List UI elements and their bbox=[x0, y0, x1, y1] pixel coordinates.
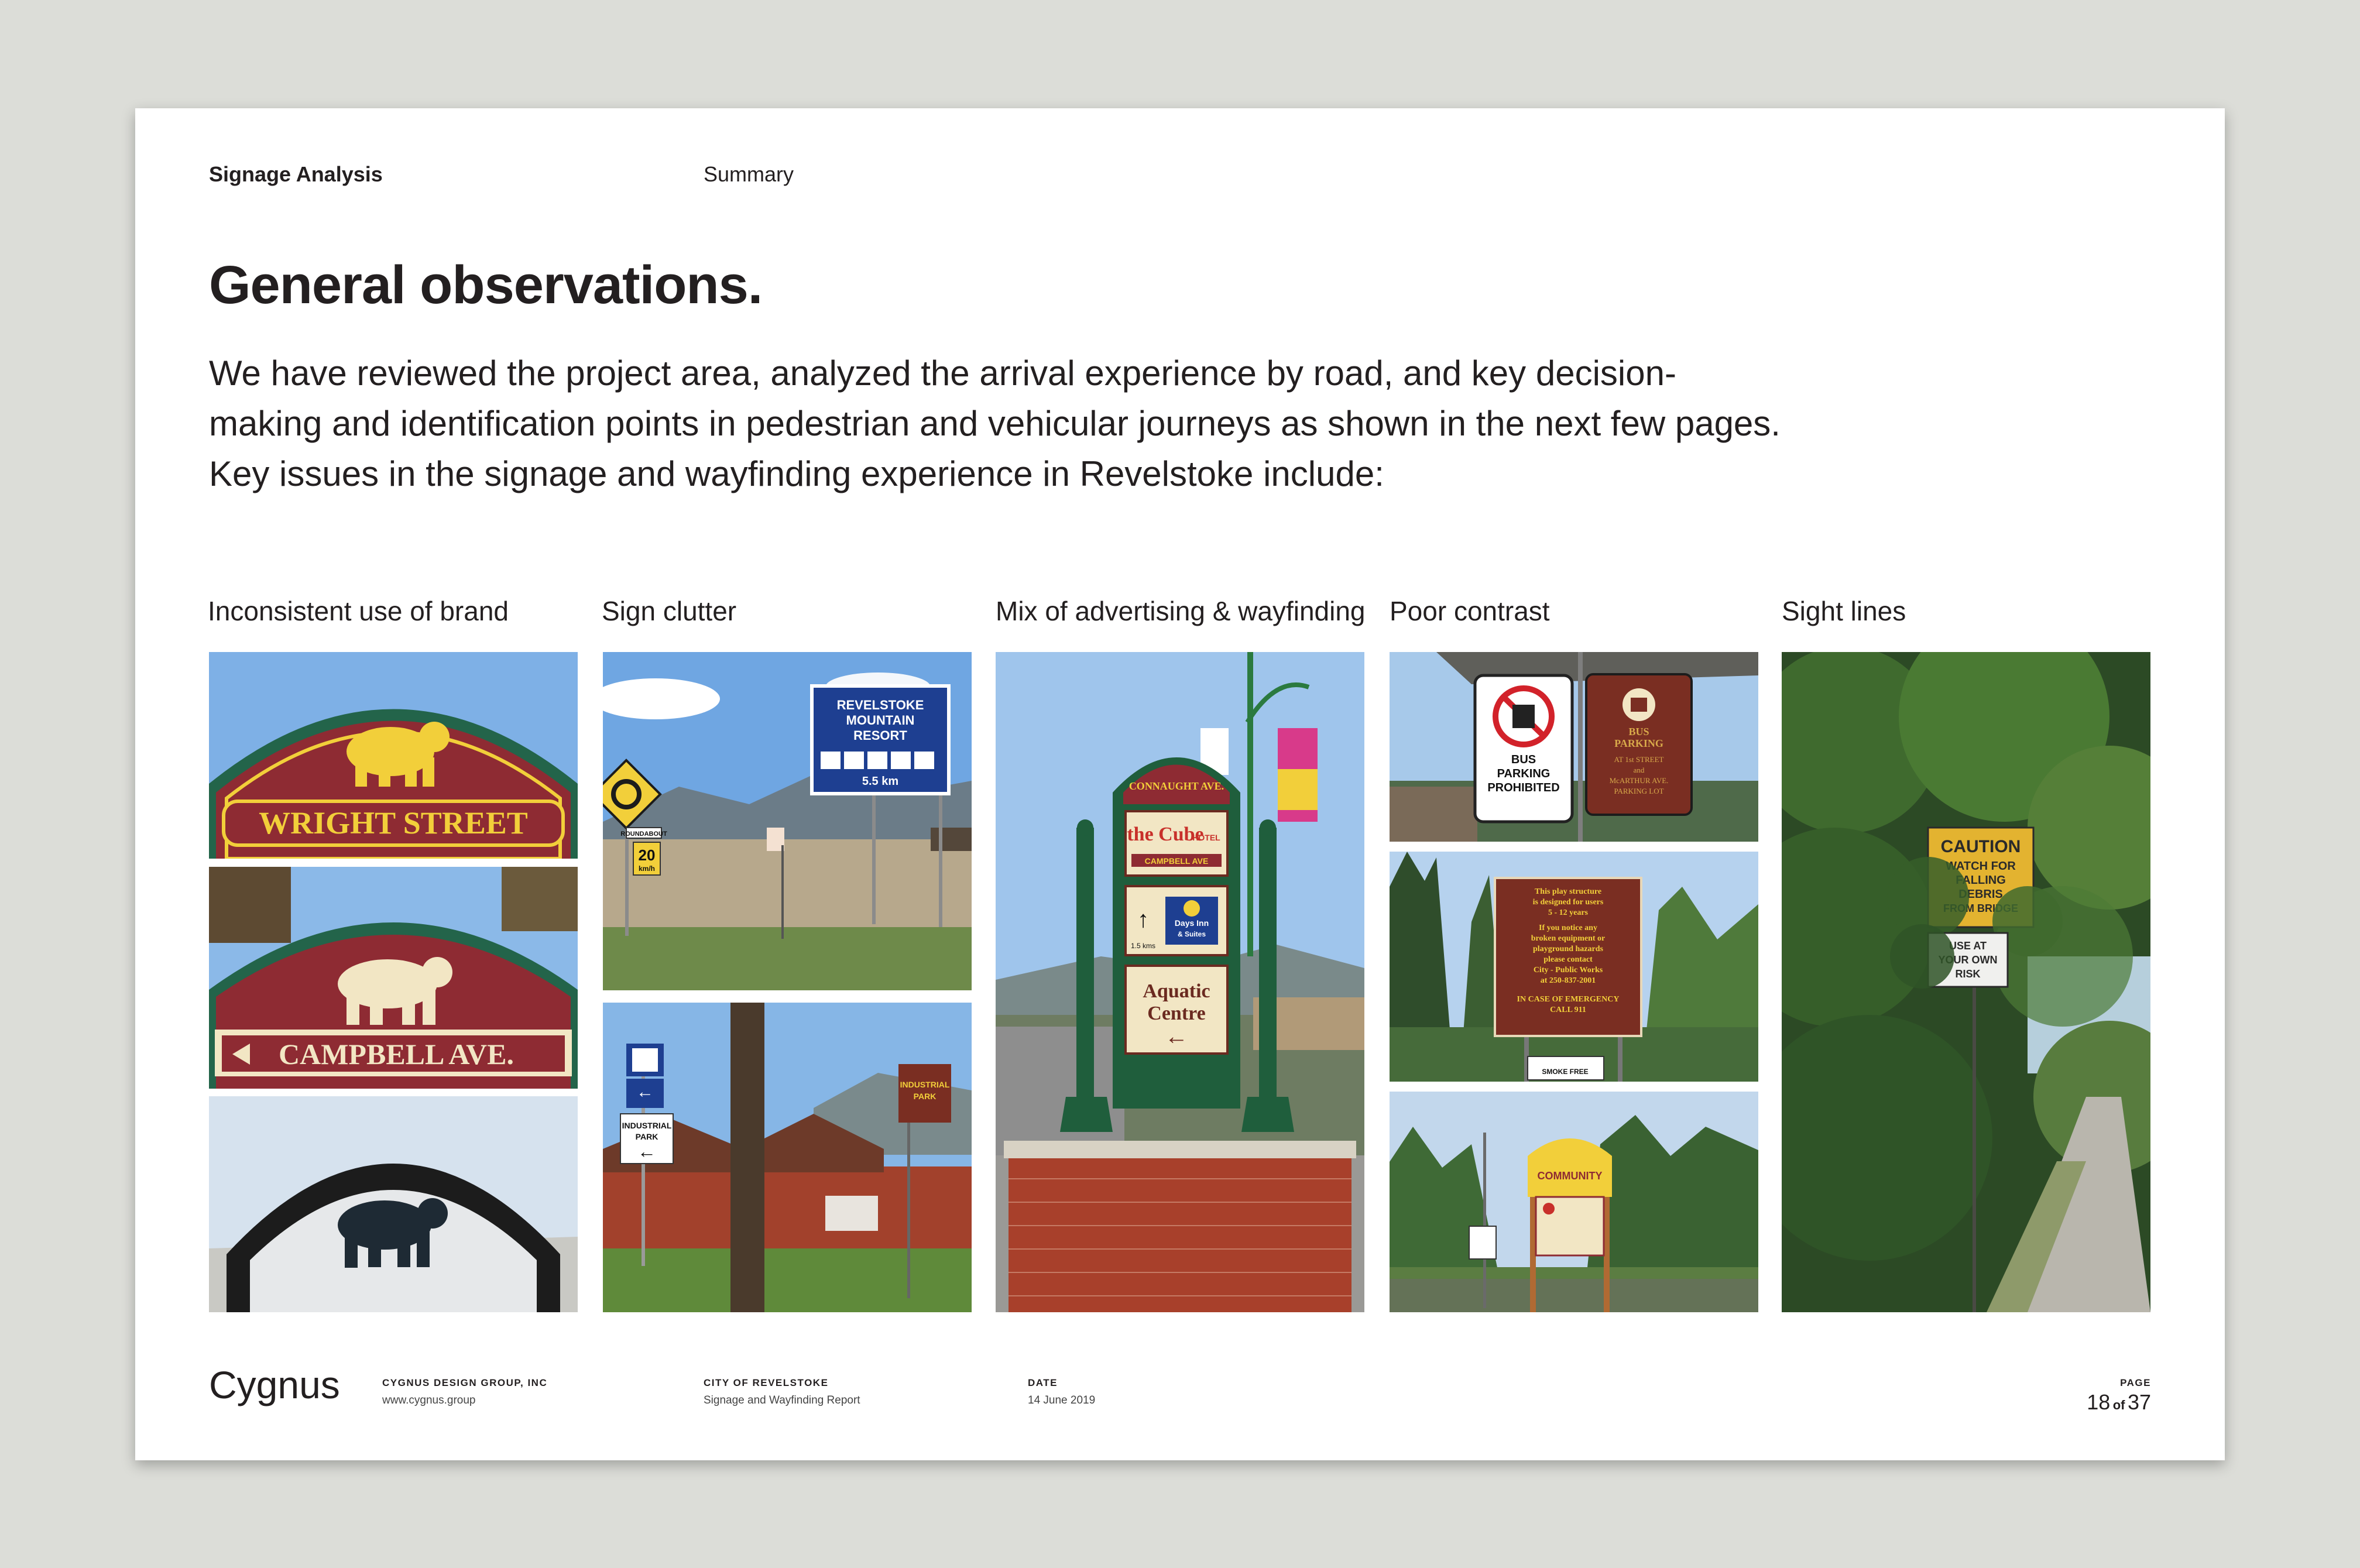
svg-text:1.5 kms: 1.5 kms bbox=[1131, 942, 1155, 950]
svg-text:BUS: BUS bbox=[1511, 753, 1536, 766]
svg-text:HOTEL: HOTEL bbox=[1192, 833, 1220, 842]
date-value: 14 June 2019 bbox=[1028, 1394, 1096, 1406]
client-label: CITY OF REVELSTOKE bbox=[704, 1377, 829, 1388]
svg-text:20: 20 bbox=[639, 846, 656, 864]
svg-text:←: ← bbox=[636, 1082, 654, 1102]
svg-text:City - Public Works: City - Public Works bbox=[1534, 966, 1603, 975]
company-website[interactable]: www.cygnus.group bbox=[382, 1394, 475, 1407]
svg-text:& Suites: & Suites bbox=[1178, 930, 1206, 938]
svg-text:↑: ↑ bbox=[1137, 907, 1149, 932]
svg-text:AT 1st STREET: AT 1st STREET bbox=[1614, 755, 1664, 764]
svg-text:INDUSTRIAL: INDUSTRIAL bbox=[900, 1080, 950, 1089]
column-label-clutter: Sign clutter bbox=[602, 596, 737, 626]
svg-text:REVELSTOKE: REVELSTOKE bbox=[837, 698, 924, 712]
svg-text:BUS: BUS bbox=[1628, 726, 1649, 737]
svg-text:Centre: Centre bbox=[1147, 1003, 1205, 1024]
svg-text:ROUNDABOUT: ROUNDABOUT bbox=[620, 831, 667, 838]
report-name: Signage and Wayfinding Report bbox=[704, 1394, 860, 1406]
svg-text:SMOKE FREE: SMOKE FREE bbox=[1542, 1068, 1588, 1076]
svg-text:Aquatic: Aquatic bbox=[1143, 980, 1210, 1002]
campbell-ave-text: CAMPBELL AVE. bbox=[279, 1038, 514, 1071]
svg-text:km/h: km/h bbox=[639, 864, 655, 873]
page-title: General observations. bbox=[209, 255, 763, 315]
svg-text:PARK: PARK bbox=[914, 1092, 937, 1101]
svg-text:MOUNTAIN: MOUNTAIN bbox=[846, 713, 915, 728]
svg-text:Days Inn: Days Inn bbox=[1175, 918, 1209, 928]
svg-text:RISK: RISK bbox=[1955, 968, 1980, 980]
date-label: DATE bbox=[1028, 1377, 1058, 1388]
svg-text:at 250-837-2001: at 250-837-2001 bbox=[1541, 976, 1596, 985]
company-name: CYGNUS DESIGN GROUP, INC bbox=[382, 1377, 548, 1388]
svg-text:and: and bbox=[1634, 766, 1645, 774]
photo-campbell-ave-sign: CAMPBELL AVE. bbox=[209, 867, 578, 1089]
photo-bus-parking-signs: BUS PARKING PROHIBITED BUS PARKING AT 1s… bbox=[1390, 652, 1758, 842]
svg-text:If you notice any: If you notice any bbox=[1539, 924, 1597, 932]
intro-paragraph: We have reviewed the project area, analy… bbox=[209, 354, 1781, 493]
photo-play-structure-sign: This play structure is designed for user… bbox=[1390, 852, 1758, 1082]
svg-text:is designed for users: is designed for users bbox=[1533, 898, 1604, 907]
svg-text:PARKING: PARKING bbox=[1497, 767, 1551, 780]
section-title: Signage Analysis bbox=[209, 162, 383, 186]
svg-text:broken equipment or: broken equipment or bbox=[1531, 934, 1606, 943]
svg-text:CAMPBELL AVE: CAMPBELL AVE bbox=[1145, 856, 1209, 866]
svg-text:PROHIBITED: PROHIBITED bbox=[1487, 781, 1559, 794]
wright-street-text: WRIGHT STREET bbox=[259, 805, 528, 840]
photo-industrial-park-signs: ← INDUSTRIAL PARK ← INDUSTRIAL PARK bbox=[603, 1003, 972, 1312]
photo-black-arch-sign bbox=[209, 1096, 578, 1312]
photo-connaught-directional-sign: CONNAUGHT AVE. the Cube HOTEL CAMPBELL A… bbox=[996, 652, 1364, 1312]
page-current: 18 bbox=[2087, 1390, 2111, 1414]
page-number: 18 of 37 bbox=[2087, 1390, 2151, 1415]
column-label-brand: Inconsistent use of brand bbox=[208, 596, 509, 626]
svg-text:IN CASE OF EMERGENCY: IN CASE OF EMERGENCY bbox=[1517, 995, 1620, 1004]
svg-text:CAUTION: CAUTION bbox=[1941, 837, 2021, 856]
photo-wright-street-sign: WRIGHT STREET bbox=[209, 652, 578, 859]
photo-community-centre-sign: COMMUNITY bbox=[1390, 1092, 1758, 1312]
svg-text:RESORT: RESORT bbox=[853, 728, 907, 743]
subsection-title: Summary bbox=[704, 162, 794, 186]
page-total: 37 bbox=[2127, 1390, 2151, 1414]
column-label-contrast: Poor contrast bbox=[1390, 596, 1550, 626]
photo-revelstoke-resort-sign: REVELSTOKE MOUNTAIN RESORT 5.5 km ROUNDA… bbox=[603, 652, 972, 990]
svg-text:This play structure: This play structure bbox=[1535, 887, 1601, 896]
svg-text:5.5 km: 5.5 km bbox=[862, 775, 898, 788]
page-label: PAGE bbox=[2120, 1377, 2151, 1388]
page-of: of bbox=[2112, 1398, 2125, 1412]
svg-text:PARKING LOT: PARKING LOT bbox=[1614, 787, 1663, 795]
column-label-sightlines: Sight lines bbox=[1782, 596, 1906, 626]
svg-text:CONNAUGHT AVE.: CONNAUGHT AVE. bbox=[1129, 780, 1224, 792]
svg-text:McARTHUR AVE.: McARTHUR AVE. bbox=[1610, 776, 1669, 785]
svg-text:INDUSTRIAL: INDUSTRIAL bbox=[622, 1121, 672, 1130]
svg-text:COMMUNITY: COMMUNITY bbox=[1538, 1170, 1603, 1182]
report-page: Signage Analysis Summary General observa… bbox=[135, 108, 2225, 1460]
svg-text:←: ← bbox=[1165, 1024, 1188, 1049]
svg-text:CALL 911: CALL 911 bbox=[1550, 1006, 1586, 1014]
column-label-advertising: Mix of advertising & wayfinding bbox=[996, 596, 1366, 626]
svg-text:←: ← bbox=[637, 1141, 656, 1162]
svg-text:PARK: PARK bbox=[636, 1132, 658, 1141]
svg-text:playground hazards: playground hazards bbox=[1533, 945, 1603, 953]
cygnus-logo: Cygnus bbox=[209, 1363, 340, 1406]
svg-text:USE AT: USE AT bbox=[1949, 940, 1987, 952]
svg-text:please contact: please contact bbox=[1543, 955, 1593, 964]
photo-caution-sign-in-trees: CAUTION WATCH FOR FALLING DEBRIS FROM BR… bbox=[1782, 652, 2150, 1312]
svg-text:5 - 12 years: 5 - 12 years bbox=[1548, 908, 1589, 917]
svg-text:PARKING: PARKING bbox=[1614, 737, 1663, 749]
